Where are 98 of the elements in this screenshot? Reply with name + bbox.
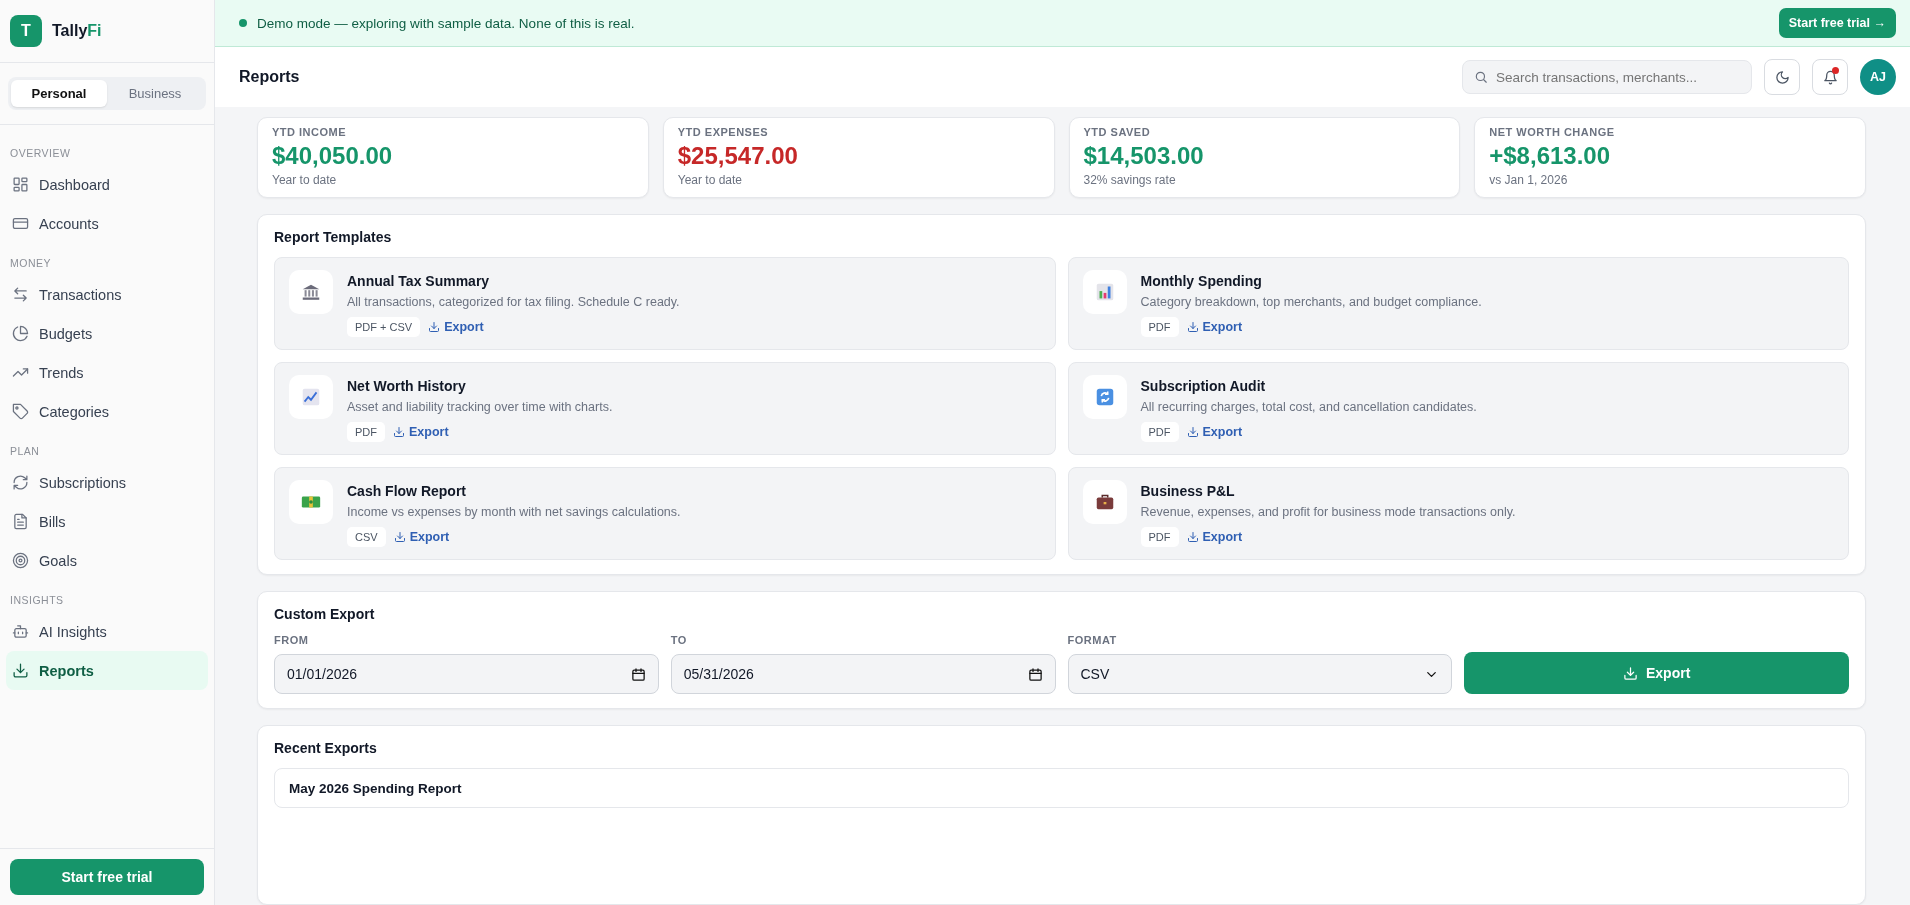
format-tag: CSV bbox=[347, 527, 386, 547]
export-name: May 2026 Spending Report bbox=[289, 781, 462, 796]
nav-item[interactable]: Budgets bbox=[6, 314, 208, 353]
search-field[interactable]: Search transactions, merchants... bbox=[1462, 60, 1752, 94]
template-description: All transactions, categorized for tax filing. Schedule C ready. bbox=[347, 295, 680, 309]
template-description: Category breakdown, top merchants, and budget compliance. bbox=[1140, 295, 1482, 309]
pie-chart-icon bbox=[12, 325, 29, 342]
nav-item[interactable]: Accounts bbox=[6, 204, 208, 243]
template-description: Asset and liability tracking over time with charts. bbox=[347, 400, 613, 414]
card-icon bbox=[12, 215, 29, 232]
stat-note: Year to date bbox=[677, 173, 744, 187]
page-title: Reports bbox=[239, 68, 301, 86]
stat-label: YTD EXPENSES bbox=[677, 126, 770, 138]
stat-value: $40,050.00 bbox=[272, 142, 394, 170]
field-label: FORMAT bbox=[1067, 634, 1118, 646]
panel-title: Recent Exports bbox=[274, 740, 378, 756]
stat-value: +$8,613.00 bbox=[1489, 142, 1612, 170]
stat-value: $14,503.00 bbox=[1083, 142, 1205, 170]
stat-note: 32% savings rate bbox=[1083, 173, 1177, 187]
search-icon bbox=[1474, 70, 1488, 84]
moon-icon bbox=[1774, 69, 1790, 85]
template-title: Subscription Audit bbox=[1140, 378, 1267, 394]
stat-label: YTD INCOME bbox=[272, 126, 348, 138]
date-field[interactable]: 01/01/2026 bbox=[274, 654, 659, 694]
logo-badge: T bbox=[10, 15, 42, 47]
stat-note: Year to date bbox=[272, 173, 338, 187]
export-link[interactable]: Export bbox=[393, 425, 449, 439]
nav-section-heading: OVERVIEW bbox=[9, 146, 72, 161]
export-button[interactable]: Export bbox=[1464, 652, 1849, 694]
nav-item[interactable]: Subscriptions bbox=[6, 463, 208, 502]
nav-item[interactable]: Transactions bbox=[6, 275, 208, 314]
start-trial-button[interactable]: Start free trial bbox=[10, 859, 204, 895]
export-link[interactable]: Export bbox=[428, 320, 484, 334]
nav-item[interactable]: Categories bbox=[6, 392, 208, 431]
nav-item[interactable]: Bills bbox=[6, 502, 208, 541]
nav-section-heading: MONEY bbox=[9, 256, 52, 271]
stat-label: NET WORTH CHANGE bbox=[1489, 126, 1616, 138]
download-icon bbox=[12, 662, 29, 679]
mode-option[interactable]: Business bbox=[107, 80, 203, 107]
download-icon bbox=[1622, 665, 1638, 681]
nav-item[interactable]: Goals bbox=[6, 541, 208, 580]
format-tag: PDF bbox=[1140, 317, 1179, 337]
brand-name: TallyFi bbox=[52, 22, 102, 40]
stat-note: vs Jan 1, 2026 bbox=[1489, 173, 1569, 187]
template-title: Annual Tax Summary bbox=[347, 273, 491, 289]
user-avatar[interactable]: AJ bbox=[1860, 59, 1896, 95]
format-tag: PDF bbox=[347, 422, 385, 442]
calendar-icon bbox=[1027, 666, 1043, 682]
nav-section-heading: PLAN bbox=[9, 444, 41, 459]
panel-title: Report Templates bbox=[274, 229, 393, 245]
format-tag: PDF bbox=[1140, 527, 1179, 547]
status-dot-icon bbox=[239, 19, 247, 27]
start-trial-button[interactable]: Start free trial → bbox=[1778, 8, 1896, 38]
nav-item[interactable]: Reports bbox=[6, 651, 208, 690]
theme-toggle-button[interactable] bbox=[1764, 59, 1800, 95]
export-link[interactable]: Export bbox=[1186, 320, 1243, 334]
nav-item[interactable]: Dashboard bbox=[6, 165, 208, 204]
arrows-icon bbox=[12, 286, 29, 303]
export-link[interactable]: Export bbox=[1186, 530, 1243, 544]
nav-item[interactable]: AI Insights bbox=[6, 612, 208, 651]
template-description: Revenue, expenses, and profit for business mode transactions only. bbox=[1140, 505, 1516, 519]
notifications-button[interactable] bbox=[1812, 59, 1848, 95]
document-icon bbox=[12, 513, 29, 530]
download-icon bbox=[393, 531, 406, 543]
export-link[interactable]: Export bbox=[393, 530, 450, 544]
date-field[interactable]: 05/31/2026 bbox=[670, 654, 1056, 694]
format-tag: PDF + CSV bbox=[347, 317, 421, 337]
download-icon bbox=[393, 426, 405, 438]
template-title: Business P&L bbox=[1140, 483, 1236, 499]
stat-value: $25,547.00 bbox=[677, 142, 799, 170]
mode-option[interactable]: Personal bbox=[11, 80, 107, 107]
template-title: Cash Flow Report bbox=[347, 483, 467, 499]
stat-label: YTD SAVED bbox=[1083, 126, 1152, 138]
line-chart-icon bbox=[300, 386, 322, 408]
download-icon bbox=[1186, 426, 1199, 438]
nav-item[interactable]: Trends bbox=[6, 353, 208, 392]
grid-icon bbox=[12, 176, 29, 193]
target-icon bbox=[12, 552, 29, 569]
download-icon bbox=[1186, 321, 1199, 333]
field-label: TO bbox=[670, 634, 688, 646]
field-label: FROM bbox=[274, 634, 310, 646]
nav-section-heading: INSIGHTS bbox=[9, 593, 65, 608]
panel-title: Custom Export bbox=[274, 606, 376, 622]
template-title: Net Worth History bbox=[347, 378, 467, 394]
format-dropdown[interactable]: CSV bbox=[1067, 654, 1453, 694]
calendar-icon bbox=[630, 666, 646, 682]
format-tag: PDF bbox=[1140, 422, 1179, 442]
template-description: All recurring charges, total cost, and cancellation candidates. bbox=[1140, 400, 1477, 414]
download-icon bbox=[1186, 531, 1199, 543]
bell-icon bbox=[1822, 69, 1838, 85]
banner-message: Demo mode — exploring with sample data. None of this is real. bbox=[257, 15, 636, 31]
export-link[interactable]: Export bbox=[1186, 425, 1243, 439]
download-icon bbox=[428, 321, 441, 333]
tag-icon bbox=[12, 403, 29, 420]
robot-icon bbox=[12, 623, 29, 640]
template-description: Income vs expenses by month with net savings calculations. bbox=[347, 505, 681, 519]
template-title: Monthly Spending bbox=[1140, 273, 1263, 289]
refresh-icon bbox=[12, 474, 29, 491]
